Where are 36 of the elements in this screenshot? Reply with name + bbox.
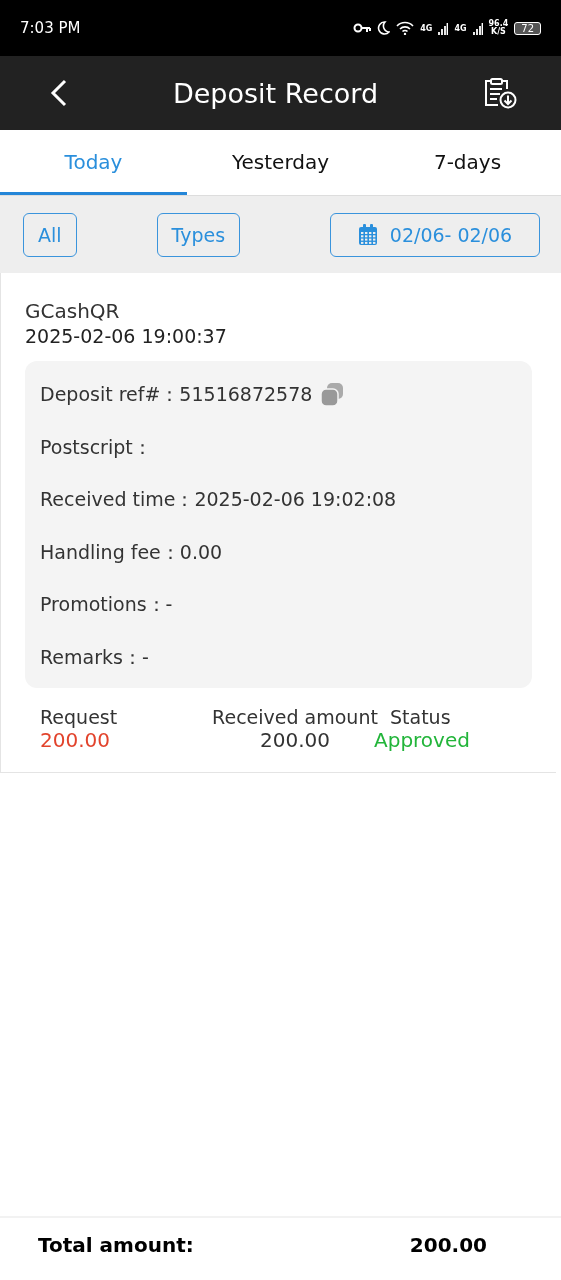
payment-method: GCashQR: [25, 299, 121, 323]
detail-text: Handling fee：0.00: [40, 539, 223, 565]
battery-level: 72: [514, 21, 541, 35]
record-time: 2025-02-06 19:00:37: [25, 325, 228, 347]
back-button[interactable]: [50, 79, 68, 107]
total-amount: 200.00: [409, 1233, 487, 1257]
detail-text: Received time：2025-02-06 19:02:08: [40, 487, 397, 513]
request-label: Request: [40, 706, 118, 728]
moon-icon: [377, 21, 391, 35]
date-range-button[interactable]: 02/06- 02/06: [330, 212, 540, 257]
detail-text: Postscript：: [40, 434, 152, 460]
key-icon: [353, 23, 372, 33]
clipboard-download-icon[interactable]: [483, 77, 517, 109]
wifi-icon: [396, 21, 415, 35]
total-label: Total amount:: [38, 1233, 194, 1257]
detail-text: Promotions：-: [40, 592, 173, 618]
status-label: Status: [390, 706, 451, 728]
signal-icon: [472, 21, 483, 35]
date-tab[interactable]: 7-days: [374, 130, 561, 195]
network-type: 4G: [454, 23, 467, 33]
received-label: Received amount: [212, 706, 378, 728]
detail-text: Remarks：-: [40, 644, 149, 670]
network-type: 4G: [420, 23, 433, 33]
types-filter-button[interactable]: Types: [156, 212, 241, 257]
received-amount: 200.00: [260, 728, 330, 752]
page-title: Deposit Record: [172, 77, 379, 109]
status-value: Approved: [374, 728, 470, 752]
date-tab[interactable]: Yesterday: [187, 130, 374, 195]
request-amount: 200.00: [40, 728, 110, 752]
all-filter-button[interactable]: All: [23, 212, 77, 257]
status-time: 7:03 PM: [20, 19, 81, 37]
network-speed: 96.4: [488, 20, 509, 28]
detail-text: Deposit ref#：51516872578: [40, 382, 313, 408]
calendar-icon: [357, 223, 378, 246]
signal-icon: [438, 21, 449, 35]
speed-unit: K/S: [490, 28, 506, 36]
